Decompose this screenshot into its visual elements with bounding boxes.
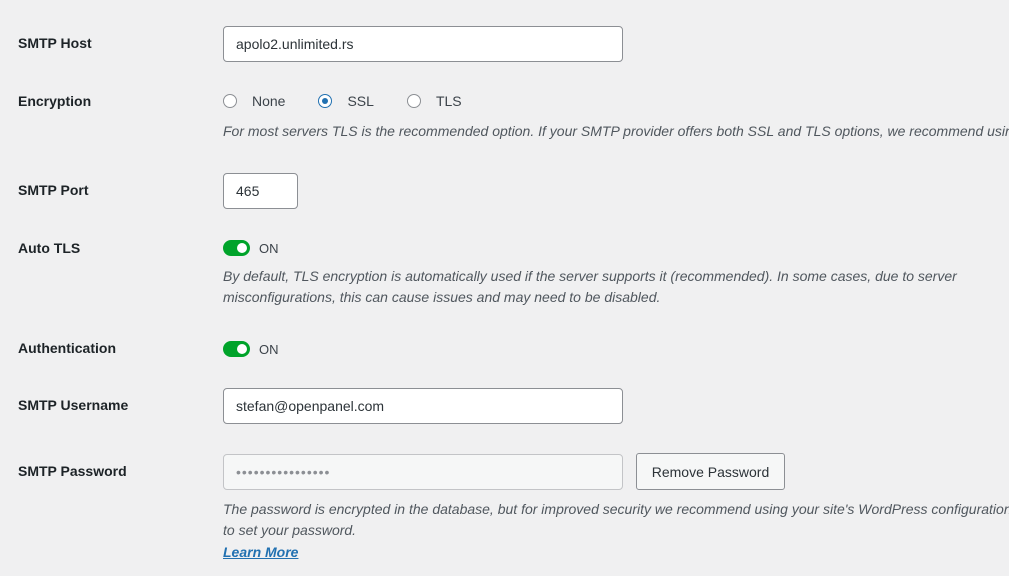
encryption-label: Encryption [18,93,92,109]
radio-none-label[interactable]: None [252,93,285,109]
radio-ssl-icon[interactable] [318,94,333,108]
smtp-password-input: •••••••••••••••• [223,454,623,490]
radio-tls-icon[interactable] [406,94,421,108]
authentication-toggle[interactable] [223,341,250,357]
smtp-port-label: SMTP Port [18,182,89,198]
auto-tls-toggle-wrap: ON [223,240,279,256]
auto-tls-toggle[interactable] [223,240,250,256]
authentication-label: Authentication [18,340,116,356]
authentication-toggle-wrap: ON [223,341,279,357]
auto-tls-description-line1: By default, TLS encryption is automatica… [223,268,957,284]
password-description-line2: to set your password. [223,522,357,538]
smtp-username-label: SMTP Username [18,397,129,413]
radio-tls-label[interactable]: TLS [436,93,462,109]
encryption-option-ssl[interactable]: SSL [318,93,374,109]
smtp-host-label: SMTP Host [18,35,92,51]
radio-ssl-label[interactable]: SSL [347,93,373,109]
encryption-description: For most servers TLS is the recommended … [223,123,1009,139]
encryption-radio-group: None SSL TLS [223,93,495,109]
remove-password-button[interactable]: Remove Password [636,453,785,490]
smtp-username-input[interactable]: stefan@openpanel.com [223,388,623,424]
authentication-state: ON [259,341,279,357]
smtp-host-input[interactable]: apolo2.unlimited.rs [223,26,623,62]
auto-tls-description-line2: misconfigurations, this can cause issues… [223,289,661,305]
toggle-knob-icon [237,344,247,354]
smtp-port-input[interactable]: 465 [223,173,298,209]
password-description-line1: The password is encrypted in the databas… [223,501,1009,517]
auto-tls-label: Auto TLS [18,240,81,256]
learn-more-link[interactable]: Learn More [223,544,298,560]
smtp-password-label: SMTP Password [18,463,127,479]
auto-tls-state: ON [259,240,279,256]
radio-none-icon[interactable] [223,94,237,108]
encryption-option-tls[interactable]: TLS [406,93,462,109]
encryption-option-none[interactable]: None [223,93,285,109]
toggle-knob-icon [237,243,247,253]
